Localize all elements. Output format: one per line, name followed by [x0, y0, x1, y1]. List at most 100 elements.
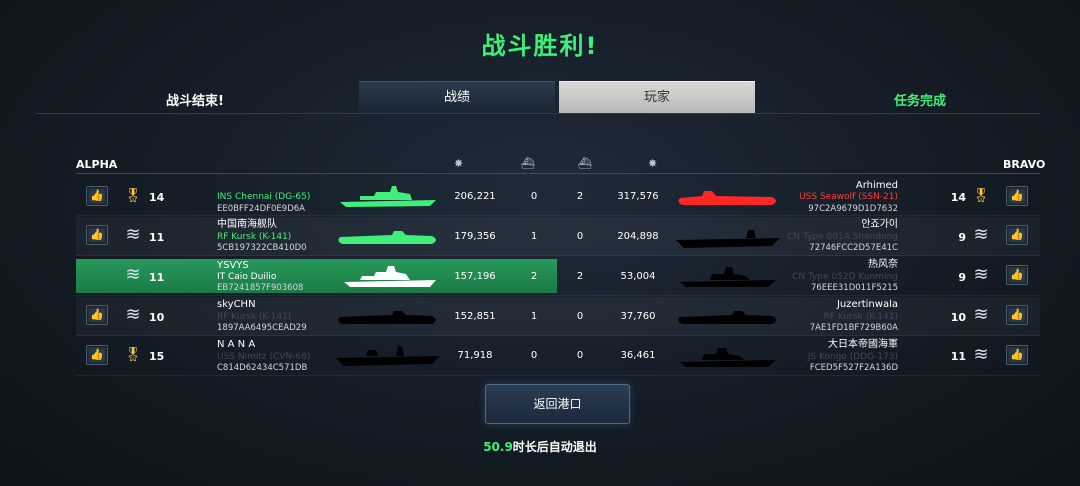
tab-players[interactable]: 玩家 [559, 81, 755, 113]
kills-value: 0 [576, 311, 584, 322]
like-button[interactable]: 👍 [1006, 186, 1028, 206]
player-level: 10 [149, 311, 165, 324]
player-level: 11 [149, 271, 165, 284]
player-id: EE0BFF24DF0E9D6A [217, 204, 305, 214]
chevron-rank-icon: ≋ [125, 224, 141, 245]
kills-value: 0 [530, 191, 538, 202]
ship-name: RF Kursk (K-141) [217, 312, 292, 322]
player-level: 11 [149, 231, 165, 244]
like-button[interactable]: 👍 [1006, 225, 1028, 245]
ship-sunk-icon: ⛴ [521, 157, 535, 170]
player-name: 中国南海舰队 [217, 219, 277, 230]
like-button[interactable]: 👍 [86, 305, 108, 325]
ship-silhouette [676, 230, 780, 248]
kills-value: 2 [576, 191, 584, 202]
player-name: 안죠가이 [861, 219, 898, 230]
kills-value: 0 [530, 350, 538, 361]
player-level: 15 [149, 350, 165, 363]
kills-value: 2 [530, 271, 538, 282]
damage-value: 179,356 [454, 231, 496, 242]
chevron-rank-icon: ≋ [973, 344, 989, 365]
player-name: 热风奈 [868, 259, 898, 270]
chevron-rank-icon: ≋ [973, 224, 989, 245]
gold-medal-icon: 🎖 [124, 347, 142, 363]
player-id: 97C2A9679D1D7632 [808, 204, 898, 214]
player-level: 14 [149, 191, 165, 204]
damage-value: 53,004 [620, 271, 656, 282]
ship-silhouette [680, 267, 776, 287]
damage-value: 317,576 [617, 191, 659, 202]
ship-sunk-icon: ⛴ [578, 157, 592, 170]
player-id: 7AE1FD1BF729B60A [809, 323, 898, 333]
kills-value: 1 [530, 311, 538, 322]
damage-value: 152,851 [454, 311, 496, 322]
player-name: N A N A [217, 339, 256, 350]
like-button[interactable]: 👍 [86, 186, 108, 206]
ship-silhouette [680, 348, 776, 367]
damage-value: 157,196 [454, 271, 496, 282]
countdown-value: 50.9 [483, 440, 513, 454]
like-button[interactable]: 👍 [1006, 345, 1028, 365]
chevron-rank-icon: ≋ [973, 264, 989, 285]
ship-silhouette [336, 346, 440, 366]
explosion-icon: ✸ [454, 157, 464, 170]
damage-value: 37,760 [620, 311, 656, 322]
player-id: C814D62434C571DB [217, 363, 308, 373]
ship-silhouette [678, 311, 776, 324]
tab-stats[interactable]: 战绩 [359, 81, 555, 113]
ship-name: RF Kursk (K-141) [823, 312, 898, 322]
player-level: 11 [950, 350, 966, 363]
ship-silhouette [678, 191, 776, 205]
battle-end-label: 战斗结束! [166, 94, 224, 109]
return-to-port-button[interactable]: 返回港口 [485, 384, 630, 424]
kills-value: 0 [576, 350, 584, 361]
damage-value: 36,461 [620, 350, 656, 361]
ship-name: CN Type 052D Kunming [792, 272, 898, 282]
countdown-label: 时长后自动退出 [512, 440, 597, 454]
like-button[interactable]: 👍 [86, 225, 108, 245]
battle-result-title: 战斗胜利! [481, 32, 599, 60]
player-level: 9 [958, 231, 966, 244]
kills-value: 2 [576, 271, 584, 282]
player-level: 9 [958, 271, 966, 284]
chevron-rank-icon: ≋ [125, 304, 141, 325]
player-level: 10 [950, 311, 966, 324]
ship-silhouette [338, 311, 436, 324]
damage-value: 206,221 [454, 191, 496, 202]
like-button[interactable]: 👍 [86, 345, 108, 365]
player-level: 14 [950, 191, 966, 204]
player-name: 大日本帝國海軍 [828, 339, 898, 350]
ship-silhouette [338, 231, 436, 244]
player-id: 5CB197322CB410D0 [217, 243, 307, 253]
kills-value: 1 [530, 231, 538, 242]
ship-name: INS Chennai (DG-65) [217, 192, 311, 202]
ship-name: JS Kongo (DDG-173) [807, 352, 898, 362]
like-button[interactable]: 👍 [1006, 265, 1028, 285]
chevron-rank-icon: ≋ [973, 304, 989, 325]
damage-value: 204,898 [617, 231, 659, 242]
like-button[interactable]: 👍 [1006, 305, 1028, 325]
header-divider [36, 113, 1040, 114]
ship-name: USS Nimitz (CVN-68) [217, 352, 311, 362]
damage-value: 71,918 [457, 350, 493, 361]
ship-silhouette [344, 266, 436, 287]
player-id: 72746FCC2D57E41C [809, 243, 898, 253]
explosion-icon: ✸ [648, 157, 658, 170]
mission-complete-label: 任务完成 [894, 94, 947, 109]
ship-name: CN Type 001A Shandong [787, 232, 898, 242]
player-name: skyCHN [217, 299, 256, 310]
ship-name: USS Seawolf (SSN-21) [799, 192, 898, 202]
chevron-rank-icon: ≋ [125, 264, 141, 285]
gold-medal-icon: 🎖 [972, 188, 990, 204]
team-bravo-label: BRAVO [1003, 158, 1046, 171]
player-id: 1897AA6495CEAD29 [217, 323, 307, 333]
kills-value: 0 [576, 231, 584, 242]
player-name: YSVYS [217, 260, 249, 271]
player-id: 76EEE31D011F5215 [810, 283, 898, 293]
player-id: FCED5F527F2A136D [809, 363, 898, 373]
team-divider [76, 173, 1040, 174]
player-id: EB7241857F903608 [217, 283, 304, 293]
player-name: Arhimed [855, 180, 898, 191]
auto-exit-timer: 50.9时长后自动退出 [0, 438, 1080, 455]
player-name: Juzertinwala [836, 299, 898, 310]
